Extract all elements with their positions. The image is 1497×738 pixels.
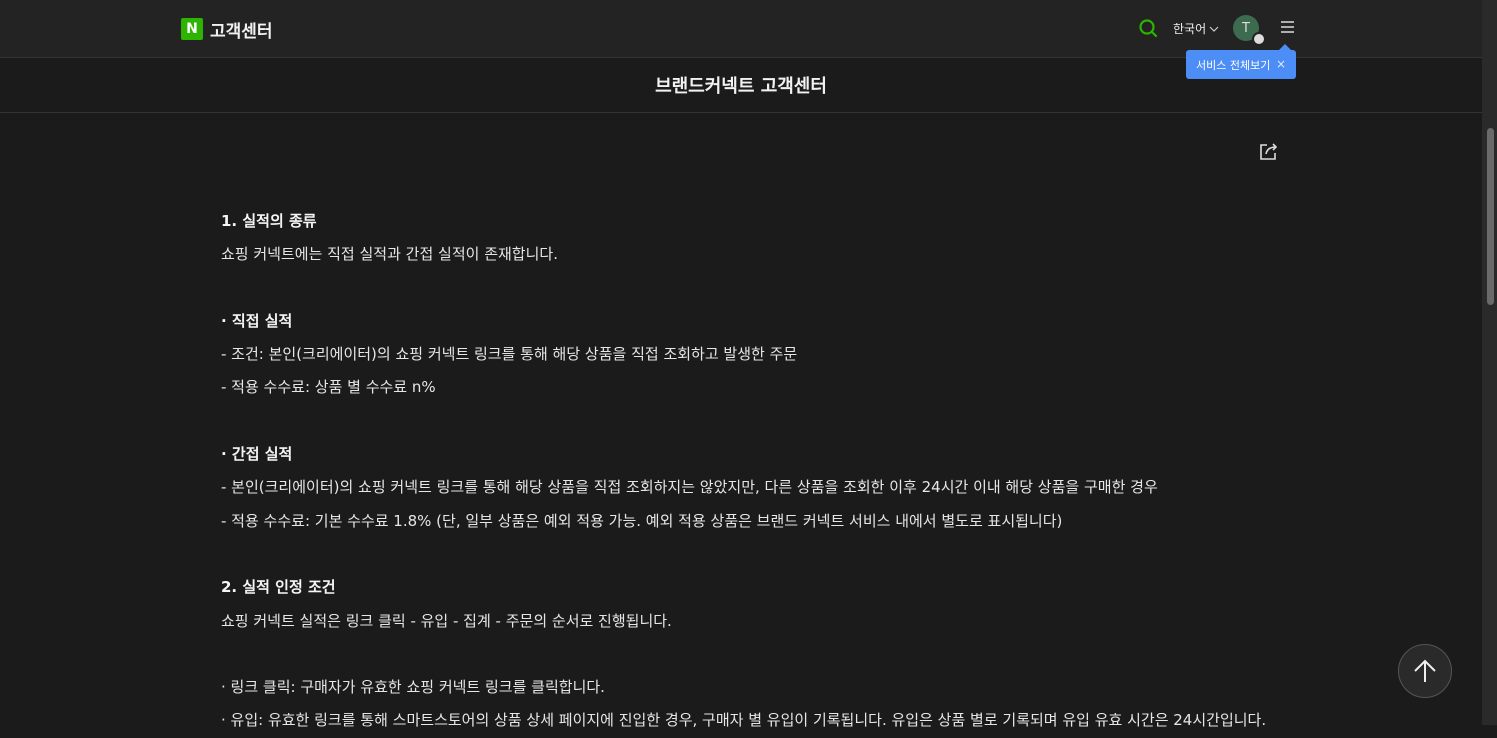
page-title: 브랜드커넥트 고객센터 <box>655 76 827 97</box>
section-heading: 2. 실적 인정 조건 <box>221 578 336 597</box>
section-heading: · 간접 실적 <box>221 445 293 464</box>
paragraph-line: - 적용 수수료: 기본 수수료 1.8% (단, 일부 상품은 예외 적용 가… <box>221 511 1063 530</box>
hamburger-menu-icon[interactable] <box>1280 20 1295 34</box>
line-spacer <box>221 538 1261 571</box>
line-spacer <box>221 272 1261 305</box>
chevron-down-icon <box>1209 26 1219 32</box>
search-icon[interactable] <box>1138 18 1158 38</box>
paragraph-line: 쇼핑 커넥트에는 직접 실적과 간접 실적이 존재합니다. <box>221 245 558 264</box>
paragraph-line: - 조건: 본인(크리에이터)의 쇼핑 커넥트 링크를 통해 해당 상품을 직접… <box>221 345 798 364</box>
paragraph-line: 쇼핑 커넥트 실적은 링크 클릭 - 유입 - 집계 - 주문의 순서로 진행됩… <box>221 611 672 630</box>
paragraph-line: - 본인(크리에이터)의 쇼핑 커넥트 링크를 통해 해당 상품을 직접 조회하… <box>221 478 1158 497</box>
app-title[interactable]: 고객센터 <box>210 17 273 42</box>
section-heading: 1. 실적의 종류 <box>221 212 317 230</box>
arrow-up-icon <box>1414 659 1436 682</box>
article-content: 1. 실적의 종류쇼핑 커넥트에는 직접 실적과 간접 실적이 존재합니다. · … <box>221 205 1267 738</box>
line-spacer <box>221 638 1261 671</box>
paragraph-line: · 유입: 유효한 링크를 통해 스마트스토어의 상품 상세 페이지에 진입한 … <box>221 711 1267 730</box>
page-header: 브랜드커넥트 고객센터 <box>0 58 1482 113</box>
line-spacer <box>221 405 1261 438</box>
paragraph-line: · 링크 클릭: 구매자가 유효한 쇼핑 커넥트 링크를 클릭합니다. <box>221 678 605 697</box>
scrollbar-thumb[interactable] <box>1487 128 1494 305</box>
avatar-settings-badge[interactable] <box>1252 32 1266 46</box>
paragraph-line: - 적용 수수료: 상품 별 수수료 n% <box>221 378 436 397</box>
section-heading: · 직접 실적 <box>221 311 293 330</box>
scrollbar-track[interactable] <box>1482 0 1497 725</box>
language-selector[interactable]: 한국어 <box>1173 20 1219 37</box>
naver-logo[interactable]: N <box>181 18 203 40</box>
language-label: 한국어 <box>1173 22 1207 36</box>
share-icon[interactable] <box>1258 140 1280 162</box>
scroll-to-top-button[interactable] <box>1398 644 1452 698</box>
